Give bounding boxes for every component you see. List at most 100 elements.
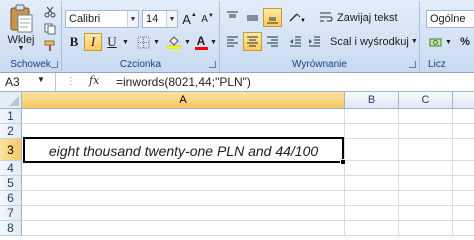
font-size-value: 14 — [146, 13, 159, 25]
alignment-group-label: Wyrównanie — [292, 59, 347, 70]
bold-button[interactable]: B — [65, 33, 83, 51]
currency-dropdown[interactable]: ▼ — [444, 33, 453, 51]
chevron-down-icon[interactable]: ▼ — [127, 11, 138, 27]
font-name-select[interactable]: Calibri ▼ — [65, 10, 139, 28]
underline-button[interactable]: U — [103, 33, 121, 51]
formula-bar: A3 ▼ ⋮ fx =inwords(8021,44;"PLN") — [0, 73, 474, 92]
font-size-select[interactable]: 14 ▼ — [142, 10, 178, 28]
select-all-corner[interactable] — [0, 92, 22, 109]
number-group-label: Licz — [428, 59, 446, 70]
font-group: Calibri ▼ 14 ▼ A ▲ A ▼ B I U ▼ ▼ ▼ A ▼ Czc… — [62, 1, 220, 71]
worksheet-grid[interactable]: A B C 1 2 3 4 5 6 7 8 — [0, 92, 474, 236]
format-painter-button[interactable] — [42, 38, 58, 54]
row-header-1[interactable]: 1 — [0, 109, 22, 124]
gridline — [452, 109, 453, 236]
orientation-button[interactable]: ▼ — [286, 8, 310, 27]
row-header-7[interactable]: 7 — [0, 206, 22, 221]
borders-icon — [137, 36, 149, 48]
number-format-select[interactable]: Ogólne — [426, 10, 474, 28]
fill-handle[interactable] — [340, 159, 346, 165]
align-middle-button[interactable] — [243, 8, 262, 27]
chevron-down-icon: ▼ — [410, 38, 418, 45]
shrink-font-button[interactable]: A ▼ — [199, 10, 216, 28]
gridline — [22, 220, 474, 221]
formula-input[interactable]: =inwords(8021,44;"PLN") — [116, 75, 251, 89]
down-arrow-icon: ▼ — [207, 13, 214, 19]
font-name-value: Calibri — [69, 13, 101, 25]
gridline — [398, 109, 399, 236]
italic-button[interactable]: I — [84, 33, 102, 51]
currency-button[interactable] — [426, 33, 444, 51]
align-bottom-button[interactable] — [263, 8, 282, 27]
ribbon: Wklej ▼ Schowek Calibri ▼ 14 ▼ A▲ A▼ B — [0, 0, 474, 73]
decrease-indent-button[interactable] — [286, 32, 305, 51]
gridline — [22, 123, 474, 124]
paste-icon — [10, 4, 33, 33]
font-color-button[interactable]: A — [193, 33, 209, 51]
align-top-button[interactable] — [223, 8, 242, 27]
number-group: Ogólne ▼ % Licz — [420, 1, 474, 71]
wrap-text-button[interactable]: Zawijaj tekst — [318, 8, 414, 27]
align-right-icon — [267, 36, 278, 47]
column-header-a[interactable]: A — [22, 92, 345, 109]
cell-a3[interactable]: eight thousand twenty-one PLN and 44/100 — [23, 137, 344, 163]
align-top-icon — [227, 11, 238, 18]
paste-button[interactable]: Wklej ▼ — [2, 2, 40, 54]
wrap-text-label: Zawijaj tekst — [337, 11, 398, 24]
increase-indent-icon — [309, 36, 320, 47]
merge-center-button[interactable]: Scal i wyśrodkuj ▼ — [326, 32, 418, 51]
merge-center-label: Scal i wyśrodkuj — [330, 35, 409, 48]
clipboard-group: Wklej ▼ Schowek — [0, 1, 62, 71]
borders-button[interactable] — [134, 33, 152, 51]
row-header-5[interactable]: 5 — [0, 176, 22, 191]
dialog-launcher-icon[interactable] — [51, 61, 58, 68]
align-left-icon — [227, 36, 238, 47]
align-center-icon — [247, 36, 258, 47]
font-group-label: Czcionka — [119, 59, 162, 70]
font-color-dropdown[interactable]: ▼ — [209, 33, 218, 51]
currency-icon — [429, 38, 441, 46]
row-header-8[interactable]: 8 — [0, 221, 22, 236]
grow-font-button[interactable]: A ▲ — [181, 10, 198, 28]
row-header-2[interactable]: 2 — [0, 124, 22, 139]
cut-button[interactable] — [42, 4, 58, 20]
dialog-launcher-icon[interactable] — [409, 61, 416, 68]
borders-dropdown[interactable]: ▼ — [152, 33, 161, 51]
increase-indent-button[interactable] — [305, 32, 324, 51]
column-header-c[interactable]: C — [399, 92, 453, 109]
row-header-6[interactable]: 6 — [0, 191, 22, 206]
row-header-3[interactable]: 3 — [0, 139, 22, 161]
paint-bucket-icon — [167, 36, 181, 49]
align-left-button[interactable] — [223, 32, 242, 51]
percent-button[interactable]: % — [456, 33, 474, 51]
dialog-launcher-icon[interactable] — [209, 61, 216, 68]
copy-button[interactable] — [42, 21, 58, 37]
font-color-icon: A — [196, 33, 206, 48]
align-bottom-icon — [267, 17, 278, 24]
name-box[interactable]: A3 ▼ — [0, 73, 56, 91]
gridline — [344, 109, 345, 236]
shrink-font-icon: A — [201, 13, 208, 25]
column-header-d[interactable] — [453, 92, 474, 109]
format-painter-icon — [44, 40, 55, 51]
name-box-value: A3 — [5, 75, 20, 89]
column-header-b[interactable]: B — [345, 92, 399, 109]
align-right-button[interactable] — [263, 32, 282, 51]
alignment-group: ▼ Zawijaj tekst Scal i wyśrodkuj ▼ Wyrów… — [220, 1, 420, 71]
copy-icon — [44, 23, 56, 35]
row-header-4[interactable]: 4 — [0, 161, 22, 176]
chevron-down-icon[interactable]: ▼ — [166, 11, 177, 27]
underline-dropdown[interactable]: ▼ — [121, 33, 130, 51]
gridline — [22, 175, 474, 176]
align-middle-icon — [247, 15, 258, 21]
fill-color-button[interactable] — [165, 33, 183, 51]
chevron-down-icon: ▼ — [17, 45, 25, 52]
align-center-button[interactable] — [243, 32, 262, 51]
insert-function-icon[interactable]: fx — [89, 74, 99, 87]
number-format-value: Ogólne — [430, 13, 466, 25]
gridline — [22, 205, 474, 206]
chevron-down-icon[interactable]: ▼ — [37, 75, 45, 84]
text-orientation-icon: ▼ — [289, 13, 306, 24]
select-all-icon — [9, 96, 19, 106]
fill-color-dropdown[interactable]: ▼ — [183, 33, 192, 51]
